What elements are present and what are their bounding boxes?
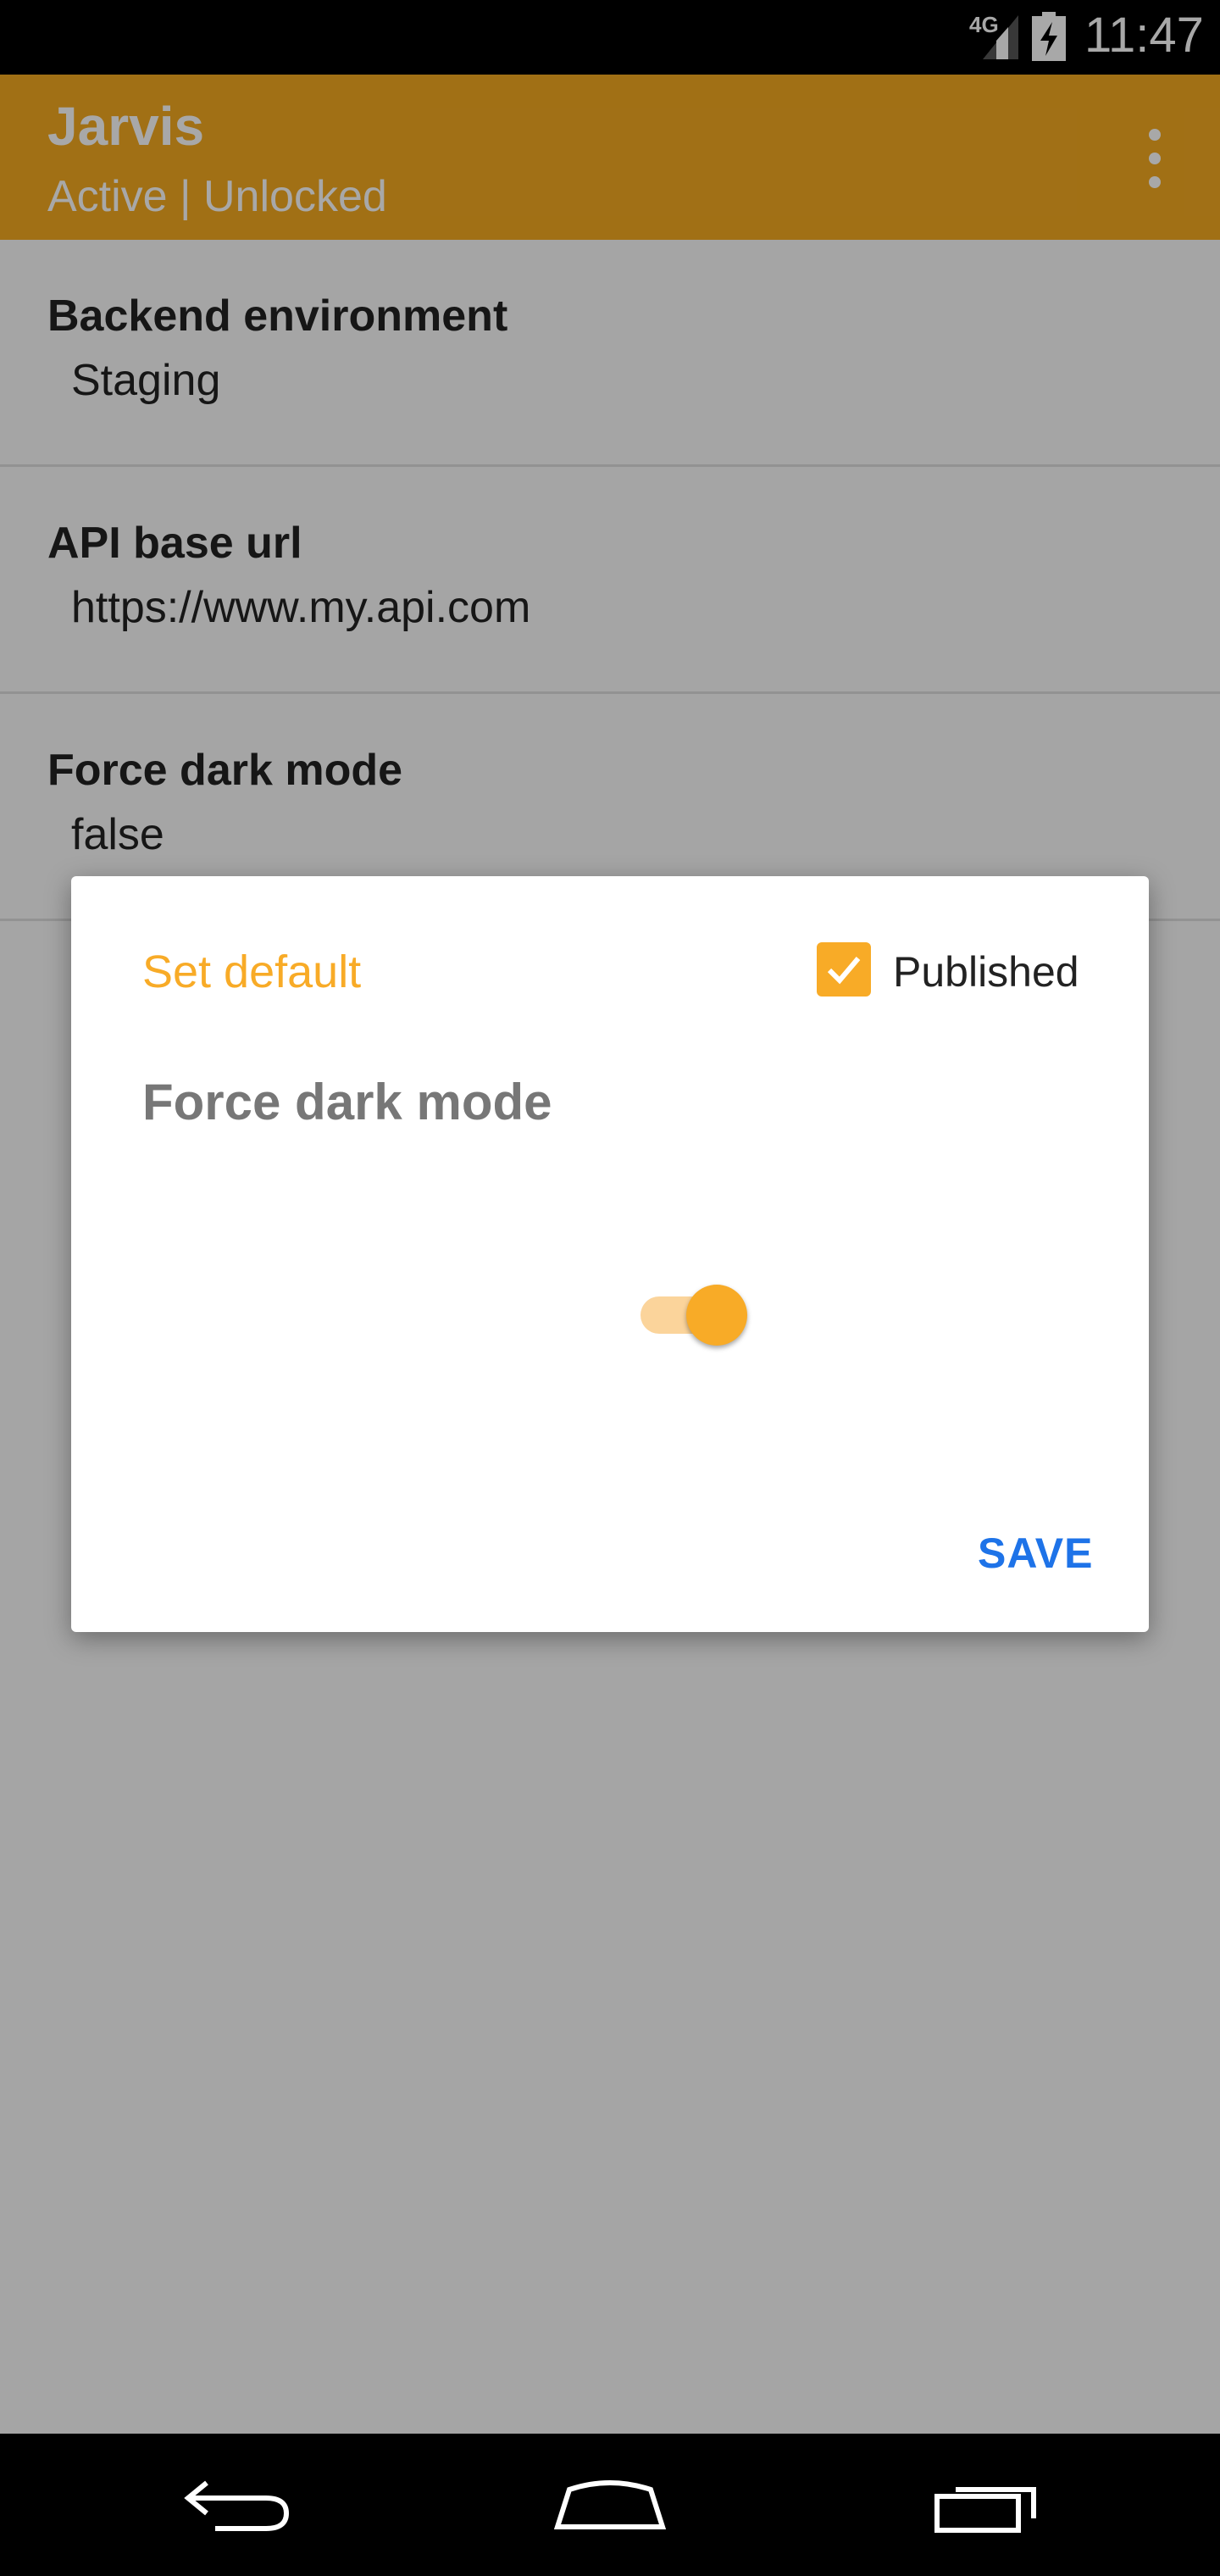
set-default-button[interactable]: Set default — [142, 946, 361, 998]
save-button[interactable]: SAVE — [978, 1529, 1093, 1578]
back-icon[interactable] — [181, 2471, 291, 2539]
toggle-thumb — [686, 1285, 747, 1346]
check-icon — [827, 957, 861, 985]
home-icon[interactable] — [552, 2471, 668, 2539]
published-checkbox[interactable] — [817, 942, 871, 997]
published-label: Published — [893, 948, 1079, 996]
recents-icon[interactable] — [932, 2471, 1042, 2539]
force-dark-mode-toggle[interactable] — [640, 1278, 747, 1346]
dialog-title: Force dark mode — [142, 1074, 552, 1130]
navigation-bar — [0, 2434, 1220, 2576]
edit-setting-dialog: Set default Published Force dark mode SA… — [71, 876, 1149, 1632]
